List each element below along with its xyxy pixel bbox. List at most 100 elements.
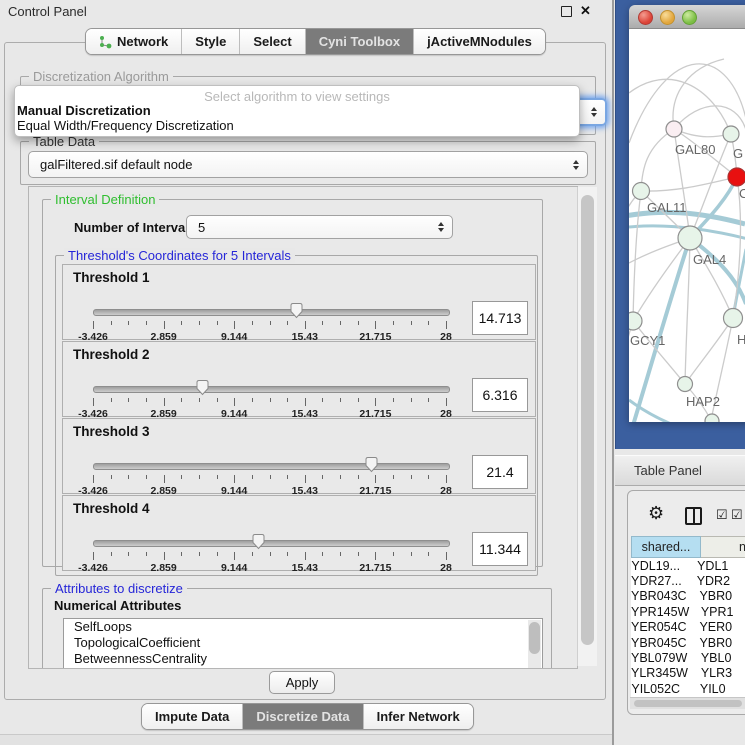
zoom-window-icon[interactable]	[682, 10, 697, 25]
network-graph[interactable]: GAL80GGAL11CGAL4GCY1HHAP2	[629, 29, 745, 422]
threshold-4-value-field[interactable]: 11.344	[472, 532, 528, 566]
threshold-2-value-field[interactable]: 6.316	[472, 378, 528, 412]
cell-shared-name[interactable]: YPR145W	[631, 605, 689, 619]
list-scrollbar-thumb[interactable]	[529, 622, 540, 654]
tab-cyni-toolbox[interactable]: Cyni Toolbox	[305, 29, 413, 54]
network-edge[interactable]	[674, 129, 731, 137]
tab-select[interactable]: Select	[239, 29, 304, 54]
table-data-combobox[interactable]: galFiltered.sif default node	[28, 151, 588, 178]
cell-shared-name[interactable]: YDR27...	[631, 574, 682, 588]
network-node[interactable]	[666, 121, 682, 137]
threshold-4-slider-thumb[interactable]	[251, 533, 266, 550]
threshold-3-value-field[interactable]: 21.4	[472, 455, 528, 489]
dropdown-option-manual[interactable]: Manual Discretization	[17, 103, 151, 118]
column-header-shared[interactable]: shared...	[631, 536, 701, 558]
network-edge[interactable]	[633, 238, 690, 321]
table-row[interactable]: YER054CYER0	[631, 620, 745, 635]
thresholds-group-label: Threshold's Coordinates for 5 Intervals	[64, 248, 295, 263]
network-edge[interactable]	[641, 177, 737, 191]
network-node[interactable]	[633, 183, 650, 200]
network-node[interactable]	[724, 309, 743, 328]
table-row[interactable]: YBL079WYBL0	[631, 650, 745, 665]
threshold-2-slider-thumb[interactable]	[195, 379, 210, 396]
network-window-titlebar[interactable]	[629, 5, 745, 29]
attribute-list-item[interactable]: BetweennessCentrality	[64, 651, 542, 667]
threshold-1-value-field[interactable]: 14.713	[472, 301, 528, 335]
table-row[interactable]: YBR043CYBR0	[631, 589, 745, 604]
network-node[interactable]	[678, 226, 702, 250]
checkbox-icon[interactable]: ☑	[716, 507, 728, 523]
network-edge[interactable]	[629, 191, 641, 253]
column-header-name[interactable]: na	[701, 536, 745, 558]
network-node[interactable]	[728, 168, 745, 186]
network-canvas[interactable]: GAL80GGAL11CGAL4GCY1HHAP2	[629, 29, 745, 422]
threshold-1-slider-thumb[interactable]	[289, 302, 304, 319]
gear-icon[interactable]: ⚙	[648, 503, 664, 524]
tick-mark	[446, 475, 447, 483]
panel-divider[interactable]	[612, 0, 614, 745]
minimize-window-icon[interactable]	[660, 10, 675, 25]
checkbox-icon[interactable]: ☑	[731, 507, 743, 523]
threshold-3-slider-thumb[interactable]	[364, 456, 379, 473]
float-panel-icon[interactable]	[561, 6, 572, 17]
cell-shared-name[interactable]: YLR345W	[631, 666, 688, 680]
cell-name[interactable]: YLR3	[688, 666, 745, 680]
tab-network[interactable]: Network	[86, 29, 181, 54]
table-row[interactable]: YDR27...YDR2	[631, 573, 745, 588]
algorithm-prompt: Select algorithm to view settings	[15, 89, 579, 104]
dropdown-option-equal-width[interactable]: Equal Width/Frequency Discretization	[17, 118, 234, 133]
network-edge[interactable]	[685, 238, 690, 384]
cell-name[interactable]: YPR1	[689, 605, 745, 619]
cell-shared-name[interactable]: YBR045C	[631, 636, 687, 650]
cell-shared-name[interactable]: YBL079W	[631, 651, 687, 665]
cell-shared-name[interactable]: YDL19...	[631, 559, 680, 573]
tab-jactivemnodules[interactable]: jActiveMNodules	[413, 29, 545, 54]
tab-infer-network[interactable]: Infer Network	[363, 704, 473, 729]
cell-name[interactable]: YDL1	[680, 559, 745, 573]
table-hscrollbar-thumb[interactable]	[634, 700, 742, 707]
apply-button[interactable]: Apply	[269, 671, 335, 694]
table-row[interactable]: YDL19...YDL1	[631, 558, 745, 573]
table-row[interactable]: YBR045CYBR0	[631, 635, 745, 650]
tab-impute-data[interactable]: Impute Data	[142, 704, 242, 729]
network-node[interactable]	[705, 414, 719, 422]
cell-name[interactable]: YBR0	[687, 636, 745, 650]
cell-name[interactable]: YBR0	[687, 589, 745, 603]
table-hscrollbar-track[interactable]	[630, 697, 745, 709]
cell-shared-name[interactable]: YIL052C	[631, 682, 680, 696]
close-window-icon[interactable]	[638, 10, 653, 25]
network-node[interactable]	[678, 377, 693, 392]
network-edge[interactable]	[690, 238, 733, 318]
cell-name[interactable]: YER0	[687, 620, 745, 634]
numerical-attributes-list[interactable]: SelfLoopsTopologicalCoefficientBetweenne…	[63, 618, 543, 669]
attribute-list-item[interactable]: TopologicalCoefficient	[64, 635, 542, 651]
table-row[interactable]: YIL052CYIL0	[631, 681, 745, 696]
panel-scrollbar-thumb[interactable]	[581, 195, 594, 645]
network-edge[interactable]	[641, 129, 674, 191]
cell-name[interactable]: YIL0	[680, 682, 745, 696]
panel-scrollbar-track[interactable]	[577, 187, 597, 666]
table-row[interactable]: YPR145WYPR1	[631, 604, 745, 619]
attribute-list-item[interactable]: SelfLoops	[64, 619, 542, 635]
table-row[interactable]: YLR345WYLR3	[631, 666, 745, 681]
tab-discretize-data[interactable]: Discretize Data	[242, 704, 362, 729]
number-of-intervals-combobox[interactable]: 5	[186, 215, 453, 239]
threshold-2-slider-track[interactable]	[93, 386, 450, 393]
close-panel-icon[interactable]: ✕	[580, 3, 591, 19]
cell-shared-name[interactable]: YBR043C	[631, 589, 687, 603]
network-edge[interactable]	[633, 321, 685, 384]
threshold-1-slider-track[interactable]	[93, 309, 450, 316]
table-header-row: shared... na	[631, 536, 745, 558]
threshold-4-slider-track[interactable]	[93, 540, 450, 547]
number-of-intervals-label: Number of Intervals	[74, 220, 196, 235]
slider-tick-labels: -3.4262.8599.14415.4321.71528	[93, 478, 446, 492]
cell-shared-name[interactable]: YER054C	[631, 620, 687, 634]
network-node[interactable]	[723, 126, 739, 142]
tab-style[interactable]: Style	[181, 29, 239, 54]
threshold-3-slider-track[interactable]	[93, 463, 450, 470]
network-edge[interactable]	[633, 191, 641, 321]
cell-name[interactable]: YBL0	[687, 651, 745, 665]
columns-icon[interactable]	[685, 507, 702, 525]
network-node[interactable]	[629, 312, 642, 330]
cell-name[interactable]: YDR2	[682, 574, 745, 588]
